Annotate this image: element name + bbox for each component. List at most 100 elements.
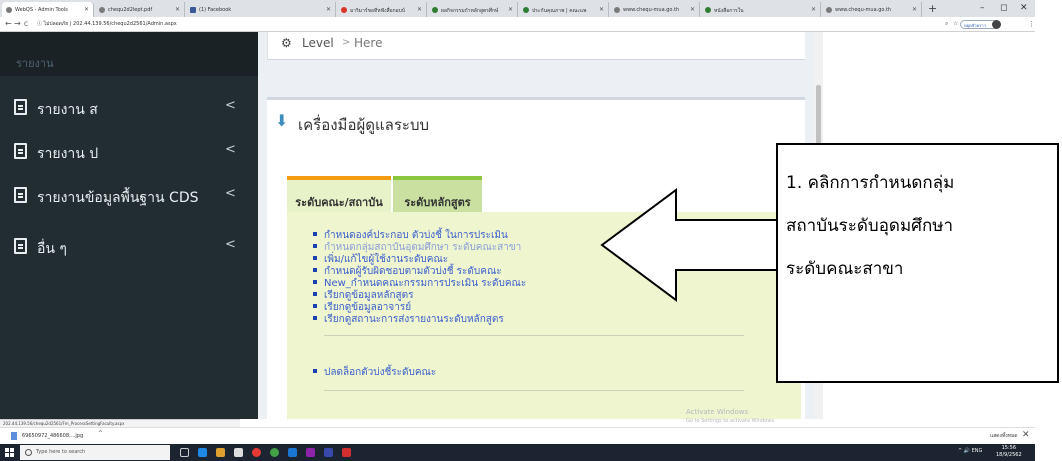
url-security-label: ไม่ปลอดภัย [43,21,69,27]
status-url: 202.44.139.56/chequ2d2561/Fm_ProcessSett… [0,419,240,427]
show-all-downloads-button[interactable]: แสดงทั้งหมด [990,432,1018,440]
menu-kebab-icon[interactable]: ⋮ [1028,19,1035,29]
close-download-bar-button[interactable]: ✕ [1022,430,1030,440]
favicon-icon [6,7,12,13]
info-icon: ⓘ [37,21,43,27]
close-tab-icon[interactable]: ✕ [508,6,513,13]
sidebar-item-report-s[interactable]: รายงาน ส < [0,88,258,128]
page-title: เครื่องมือผู้ดูแลระบบ [298,116,429,134]
callout-arrow-icon [600,188,781,302]
forward-button[interactable]: → [14,19,21,29]
document-icon [14,99,27,115]
close-tab-icon[interactable]: ✕ [599,6,604,13]
zoom-icon[interactable]: ⌕ [945,19,948,29]
tab-course-level[interactable]: ระดับหลักสูตร [393,176,482,212]
windows-taskbar: Type here to search ^ 🔊 ENG 15:56 18/9/2… [0,444,1035,461]
sidebar-item-report-p[interactable]: รายงาน ป < [0,132,258,172]
close-window-button[interactable]: ✕ [1020,3,1028,13]
file-explorer-icon[interactable] [216,448,225,457]
divider [324,335,744,336]
download-icon: ⬇ [275,111,289,130]
reload-button[interactable]: C [24,20,28,30]
activate-windows-subtitle: Go to Settings to activate Windows. [686,418,776,424]
breadcrumb-current: Here [354,36,383,50]
tab-faculty-level[interactable]: ระดับคณะ/สถาบัน [287,176,391,212]
callout-text-line: สถาบันระดับอุดมศึกษา [786,216,954,236]
clock-time: 15:56 [1001,445,1017,451]
back-button[interactable]: ← [5,19,12,29]
store-icon[interactable] [234,448,243,457]
browser-tab[interactable]: chequ2d2lept.pdf ✕ [95,2,185,17]
url-field[interactable]: ⓘ ไม่ปลอดภัย | 202.44.139.56/chequ2d2561… [37,19,177,29]
maximize-button[interactable]: ◻ [1000,3,1007,13]
taskbar-clock[interactable]: 15:56 18/9/2562 [996,445,1022,459]
chevron-left-icon: < [225,186,236,201]
sidebar-item-label: รายงานข้อมูลพื้นฐาน CDS [37,190,199,206]
breadcrumb-separator: > [342,37,351,48]
callout-text-line: 1. คลิกการกำหนดกลุ่ม [786,173,955,193]
browser-tab[interactable]: www.chequ-mua.go.th ✕ [610,2,700,17]
windows-start-icon[interactable] [5,448,14,457]
document-icon [14,238,27,254]
close-tab-icon[interactable]: ✕ [84,6,89,13]
task-view-icon[interactable] [180,448,189,457]
sidebar-item-other[interactable]: อื่น ๆ < [0,227,258,267]
favicon-icon [432,7,438,13]
favicon-icon [523,7,529,13]
favicon-icon [341,7,347,13]
close-tab-icon[interactable]: ✕ [912,6,917,13]
chevron-up-icon[interactable]: ^ [98,430,103,437]
chevron-left-icon: < [225,237,236,252]
divider [324,390,744,391]
close-tab-icon[interactable]: ✕ [811,6,816,13]
activate-windows-title: Activate Windows [686,408,749,416]
link-view-report-status[interactable]: เรียกดูสถานะการส่งรายงานระดับหลักสูตร [313,312,504,327]
download-bar: 69650972_486608....jpg ^ แสดงทั้งหมด ✕ [0,427,1035,444]
favicon-icon [99,7,105,13]
avatar[interactable] [992,20,1001,29]
breadcrumb-level[interactable]: Level [302,36,334,50]
close-tab-icon[interactable]: ✕ [175,6,180,13]
chevron-left-icon: < [225,98,236,113]
mail-icon[interactable] [288,448,297,457]
new-tab-button[interactable]: + [928,3,937,14]
browser-tab[interactable]: (1) Facebook ✕ [186,2,336,17]
sidebar-header: รายงาน [0,32,258,76]
photos-icon[interactable] [306,448,315,457]
document-icon [14,187,27,203]
sidebar-item-label: รายงาน ป [37,146,99,162]
browser-tab[interactable]: www.chequ-mua.go.th ✕ [822,2,922,17]
browser-tab[interactable]: มาริมาร์ขอทีหฟังสื่อกอบบ์ ✕ [337,2,427,17]
dashboard-icon: ⚙ [281,36,292,50]
close-tab-icon[interactable]: ✕ [417,6,422,13]
favicon-icon [826,7,832,13]
link-unlock-faculty-indicators[interactable]: ปลดล็อกตัวบ่งชี้ระดับคณะ [312,365,436,380]
favicon-icon [614,7,620,13]
system-tray[interactable]: ^ 🔊 ENG [958,448,982,454]
close-tab-icon[interactable]: ✕ [690,6,695,13]
word-icon[interactable] [324,448,333,457]
sidebar-item-report-cds[interactable]: รายงานข้อมูลพื้นฐาน CDS < [0,176,258,216]
image-file-icon [11,432,17,440]
bookmark-star-icon[interactable]: ☆ [953,19,958,29]
address-bar: ← → C ⓘ ไม่ปลอดภัย | 202.44.139.56/chequ… [0,17,1035,32]
close-tab-icon[interactable]: ✕ [326,6,331,13]
chrome-app-icon[interactable] [270,448,279,457]
minimize-button[interactable]: – [980,3,985,13]
edge-icon[interactable] [198,448,207,457]
callout-text-line: ระดับคณะสาขา [786,259,904,279]
sidebar-item-label: อื่น ๆ [37,241,67,257]
clock-date: 18/9/2562 [996,452,1022,458]
taskbar-search-field[interactable]: Type here to search [20,445,170,460]
browser-tab[interactable]: ผลกิจกรรมกำหลักสูตรศึกษ์ ✕ [428,2,518,17]
browser-tab[interactable]: WebQS - Admin Tools ✕ [2,2,94,17]
browser-tab[interactable]: ประกันคุณภาพ | คณะแพ ✕ [519,2,609,17]
pdf-reader-icon[interactable] [342,448,351,457]
favicon-icon [705,7,711,13]
favicon-icon [190,7,196,13]
browser-tab[interactable]: หนังสือการใน ✕ [701,2,821,17]
instruction-callout: 1. คลิกการกำหนดกลุ่ม สถาบันระดับอุดมศึกษ… [776,143,1059,383]
sidebar: รายงาน รายงาน ส < รายงาน ป < รายงานข้อมู… [0,32,258,419]
chrome-icon[interactable] [252,448,261,457]
url-text: 202.44.139.56/chequ2d2561/Admin.aspx [73,21,177,27]
